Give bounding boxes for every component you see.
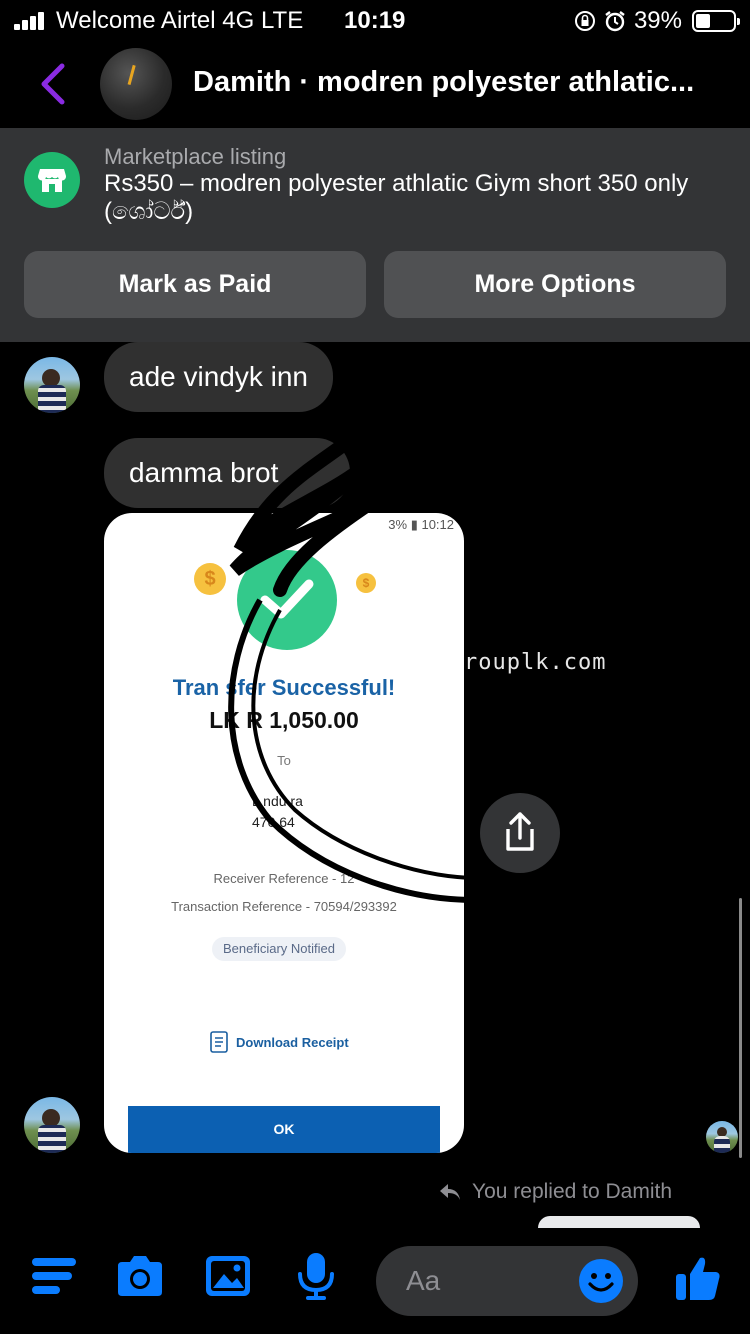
scrollbar[interactable] xyxy=(739,898,742,1158)
listing-label: Marketplace listing xyxy=(104,144,287,169)
receipt-title: Tran sfer Successful! xyxy=(172,675,396,700)
success-check-icon xyxy=(237,550,337,650)
rotation-lock-icon xyxy=(574,11,595,31)
microphone-icon[interactable] xyxy=(290,1250,342,1302)
emoji-icon[interactable] xyxy=(578,1258,624,1304)
share-icon xyxy=(506,812,534,851)
message-composer xyxy=(0,1228,750,1334)
message-input-container[interactable] xyxy=(376,1246,638,1316)
share-button[interactable] xyxy=(480,793,560,873)
watermark-text: rouplk.com xyxy=(464,650,607,675)
alarm-icon xyxy=(605,11,625,32)
marketplace-listing-panel: Marketplace listing Rs350 – modren polye… xyxy=(0,128,750,342)
gallery-icon[interactable] xyxy=(202,1250,254,1302)
message-input[interactable] xyxy=(406,1246,566,1316)
receipt-to-label: To xyxy=(277,753,291,768)
receipt-ok-button: OK xyxy=(128,1106,440,1153)
sender-avatar[interactable] xyxy=(24,357,80,413)
receipt-image[interactable]: 3% ▮ 10:12 $ $ Tran sfer Successful! LK … xyxy=(104,513,464,1153)
listing-description[interactable]: Rs350 – modren polyester athlatic Giym s… xyxy=(104,170,724,226)
receipt-status-bar: 3% ▮ 10:12 xyxy=(388,517,454,532)
marketplace-store-icon xyxy=(24,152,80,208)
reply-label: You replied to Damith xyxy=(472,1180,673,1203)
receipt-account-number: 470 64 xyxy=(252,814,295,830)
battery-percent: 39% xyxy=(633,7,682,34)
download-receipt-link: Download Receipt xyxy=(210,1031,349,1053)
message-bubble[interactable]: ade vindyk inn xyxy=(104,342,334,412)
reply-image-preview[interactable] xyxy=(538,1216,700,1228)
more-options-button[interactable]: More Options xyxy=(384,251,726,318)
download-receipt-label: Download Receipt xyxy=(236,1034,349,1050)
back-chevron-icon[interactable] xyxy=(34,62,74,106)
thumbs-up-icon[interactable] xyxy=(674,1254,722,1304)
contact-avatar[interactable] xyxy=(100,48,172,120)
coin-icon: $ xyxy=(356,573,376,593)
seen-avatar xyxy=(706,1121,738,1153)
clock: 10:19 xyxy=(344,7,406,34)
carrier-label: Welcome Airtel 4G LTE xyxy=(56,7,304,34)
mark-as-paid-button[interactable]: Mark as Paid xyxy=(24,251,366,318)
receipt-receiver-reference: Receiver Reference - 12 xyxy=(213,871,355,886)
reply-indicator: You replied to Damith xyxy=(438,1180,672,1204)
status-bar: Welcome Airtel 4G LTE 10:19 39% xyxy=(0,0,750,42)
receipt-recipient-name: L ndu ra xyxy=(252,793,303,809)
reply-arrow-icon xyxy=(440,1184,460,1200)
battery-icon xyxy=(692,10,740,32)
camera-icon[interactable] xyxy=(114,1250,166,1302)
conversation-header: Damith · modren polyester athlatic... xyxy=(0,42,750,128)
beneficiary-notified-badge: Beneficiary Notified xyxy=(212,937,346,961)
conversation-title[interactable]: Damith · modren polyester athlatic... xyxy=(193,66,733,99)
coin-icon: $ xyxy=(194,563,226,595)
document-icon xyxy=(210,1031,228,1053)
message-bubble[interactable]: damma brot xyxy=(104,438,350,508)
receipt-amount: LK R 1,050.00 xyxy=(209,707,359,733)
receipt-transaction-reference: Transaction Reference - 70594/293392 xyxy=(171,899,397,914)
sender-avatar[interactable] xyxy=(24,1097,80,1153)
menu-icon[interactable] xyxy=(30,1250,82,1302)
signal-icon xyxy=(14,12,46,30)
